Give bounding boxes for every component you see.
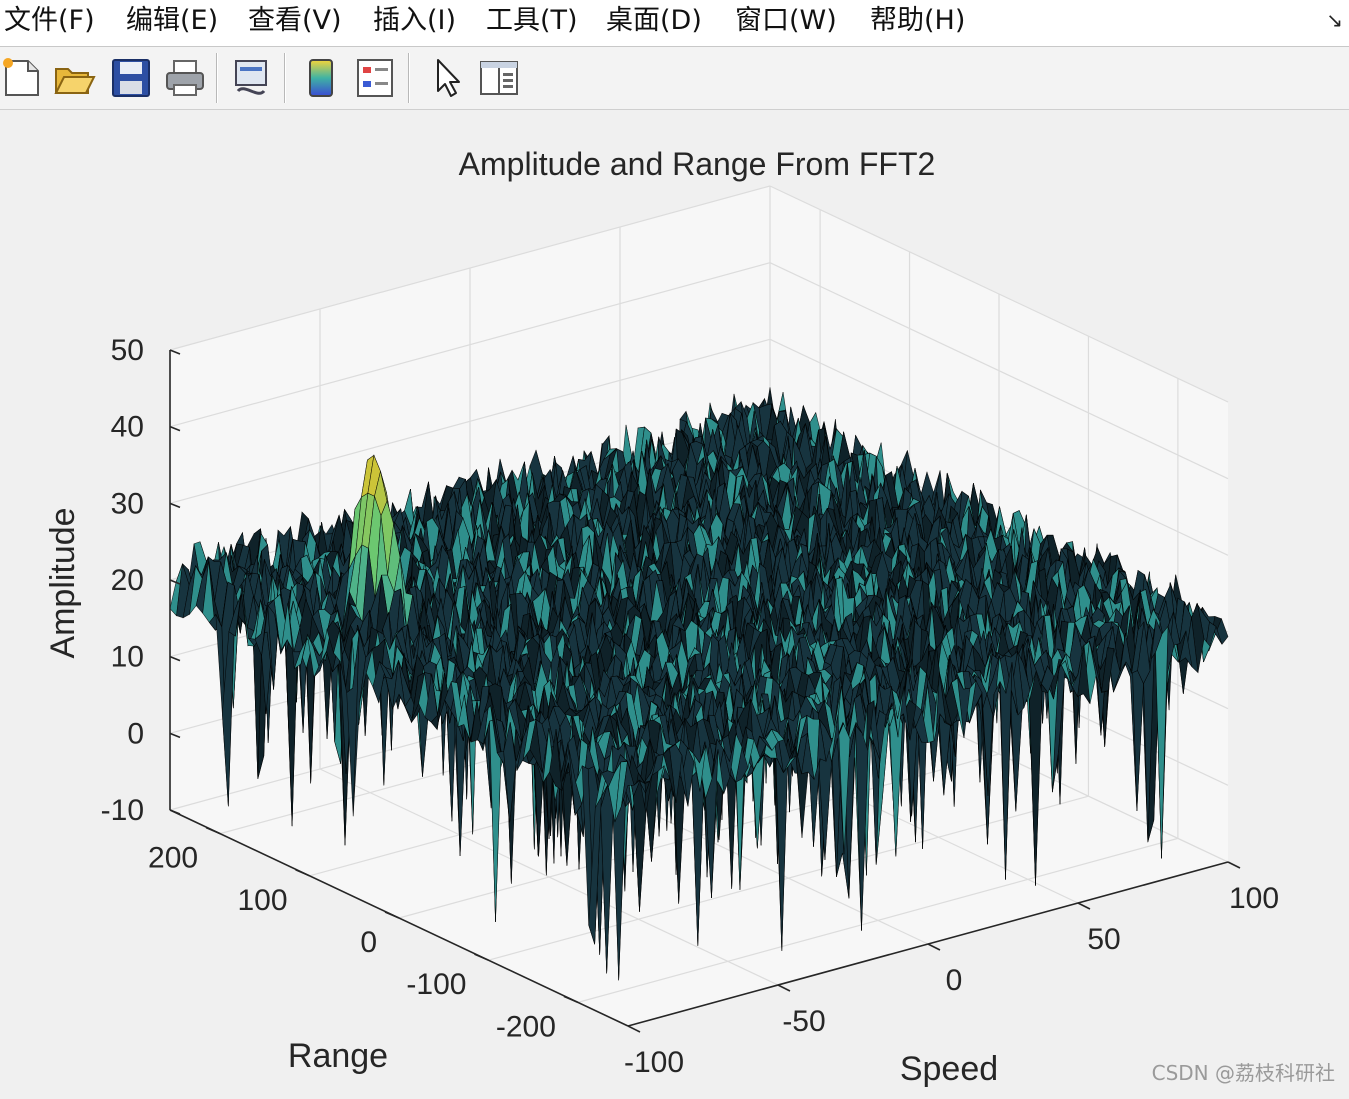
toolbar [0, 47, 1349, 110]
menu-view[interactable]: 查看(V) [248, 3, 342, 39]
colorbar-icon[interactable] [298, 55, 344, 101]
menu-tools[interactable]: 工具(T) [486, 3, 578, 39]
open-file-icon[interactable] [52, 55, 98, 101]
toolbar-separator [216, 53, 218, 103]
edit-plot-arrow-icon[interactable] [424, 55, 470, 101]
menu-window[interactable]: 窗口(W) [735, 3, 837, 39]
menu-help[interactable]: 帮助(H) [870, 3, 965, 39]
menu-file[interactable]: 文件(F) [4, 3, 95, 39]
toolbar-separator [284, 53, 286, 103]
save-icon[interactable] [108, 55, 154, 101]
undock-arrow-icon[interactable]: ↘ [1326, 8, 1343, 32]
link-plot-icon[interactable] [228, 55, 274, 101]
menu-desktop[interactable]: 桌面(D) [606, 3, 702, 39]
surface-plot[interactable]: Amplitude and Range From FFT2 -100102030… [0, 110, 1349, 1094]
legend-icon[interactable] [352, 55, 398, 101]
chart-title: Amplitude and Range From FFT2 [459, 146, 936, 182]
menu-insert[interactable]: 插入(I) [373, 3, 456, 39]
property-inspector-icon[interactable] [476, 55, 522, 101]
print-icon[interactable] [162, 55, 208, 101]
new-figure-icon[interactable] [0, 55, 46, 101]
menu-bar: 文件(F) 编辑(E) 查看(V) 插入(I) 工具(T) 桌面(D) 窗口(W… [0, 0, 1349, 47]
figure-area: Amplitude and Range From FFT2 -100102030… [0, 110, 1349, 1094]
toolbar-separator [408, 53, 410, 103]
menu-edit[interactable]: 编辑(E) [126, 3, 218, 39]
